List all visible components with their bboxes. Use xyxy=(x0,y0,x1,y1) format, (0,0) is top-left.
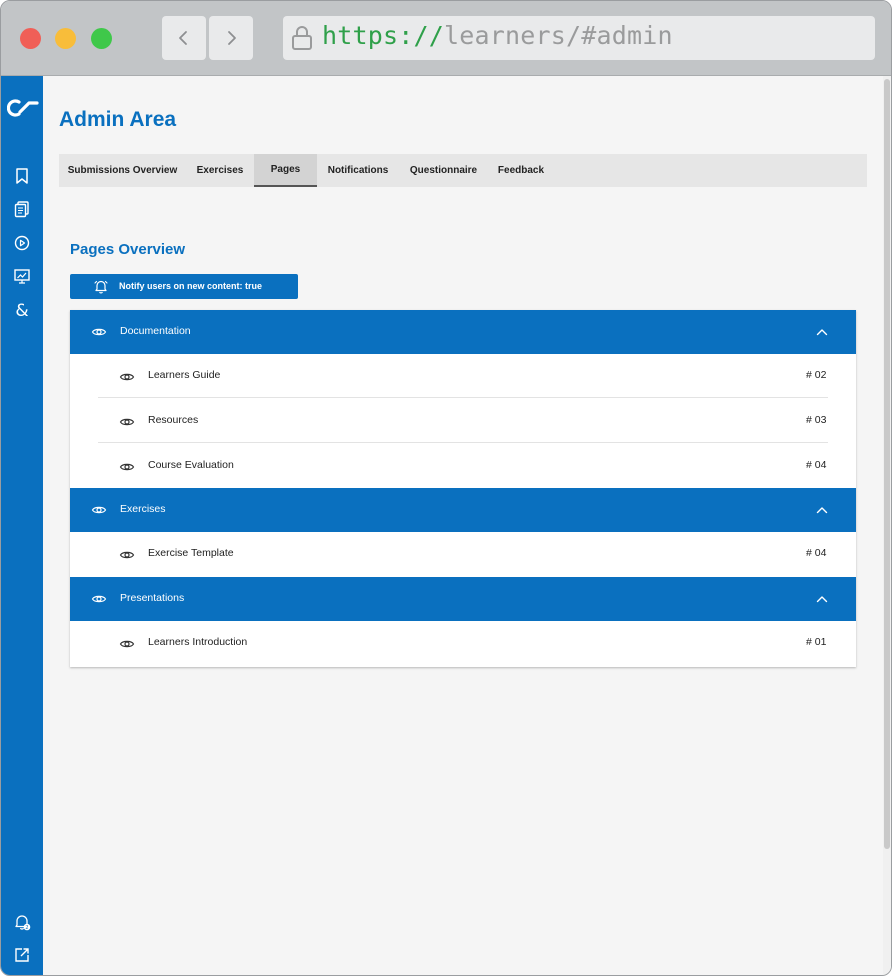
play-icon[interactable] xyxy=(13,234,31,252)
notify-users-button[interactable]: Notify users on new content: true xyxy=(70,274,298,299)
page-title: Admin Area xyxy=(59,108,177,131)
eye-icon[interactable] xyxy=(91,591,107,607)
bookmark-icon[interactable] xyxy=(13,167,31,185)
item-label: Learners Introduction xyxy=(148,636,248,648)
ampersand-icon[interactable]: & xyxy=(13,301,31,321)
browser-window: https://learners/#admin & 2 Admin Area S… xyxy=(0,0,892,976)
tab-pages[interactable]: Pages xyxy=(254,154,317,187)
list-item[interactable]: Exercise Template # 04 xyxy=(98,532,828,576)
chevron-up-icon[interactable] xyxy=(815,592,829,606)
item-label: Resources xyxy=(148,414,199,426)
item-number: # 02 xyxy=(806,369,827,381)
lock-icon xyxy=(292,26,312,50)
eye-icon[interactable] xyxy=(119,369,135,385)
chevron-right-icon xyxy=(228,31,236,45)
eye-icon[interactable] xyxy=(91,324,107,340)
group-label: Presentations xyxy=(120,592,185,604)
chevron-up-icon[interactable] xyxy=(815,325,829,339)
item-number: # 01 xyxy=(806,636,827,648)
url-scheme: https:// xyxy=(322,21,445,50)
list-item[interactable]: Resources # 03 xyxy=(98,399,828,443)
svg-text:2: 2 xyxy=(25,925,28,931)
chevron-left-icon xyxy=(179,31,187,45)
documents-icon[interactable] xyxy=(13,200,31,218)
eye-icon[interactable] xyxy=(119,547,135,563)
eye-icon[interactable] xyxy=(119,636,135,652)
pages-list: Documentation Learners Guide # 02 Resour… xyxy=(70,310,856,667)
eye-icon[interactable] xyxy=(119,414,135,430)
list-item[interactable]: Learners Guide # 02 xyxy=(98,354,828,398)
forward-button[interactable] xyxy=(209,16,253,60)
item-label: Learners Guide xyxy=(148,369,221,381)
address-bar-url[interactable]: https://learners/#admin xyxy=(322,21,673,50)
tab-notifications[interactable]: Notifications xyxy=(317,154,399,187)
tab-questionnaire[interactable]: Questionnaire xyxy=(399,154,488,187)
tab-submissions-overview[interactable]: Submissions Overview xyxy=(59,154,186,187)
group-header-presentations[interactable]: Presentations xyxy=(70,577,856,621)
notify-users-label: Notify users on new content: true xyxy=(119,281,263,291)
minimize-window-button[interactable] xyxy=(55,28,76,49)
item-number: # 04 xyxy=(806,459,827,471)
presentation-icon[interactable] xyxy=(13,267,31,285)
bell-icon xyxy=(94,280,108,294)
list-item[interactable]: Learners Introduction # 01 xyxy=(98,621,828,665)
group-label: Documentation xyxy=(120,325,191,337)
url-path: learners/#admin xyxy=(444,21,673,50)
chevron-up-icon[interactable] xyxy=(815,503,829,517)
close-window-button[interactable] xyxy=(20,28,41,49)
back-button[interactable] xyxy=(162,16,206,60)
scrollbar-thumb[interactable] xyxy=(884,79,890,849)
tab-feedback[interactable]: Feedback xyxy=(488,154,554,187)
item-label: Exercise Template xyxy=(148,547,234,559)
admin-tabs: Submissions Overview Exercises Pages Not… xyxy=(59,154,867,187)
eye-icon[interactable] xyxy=(119,459,135,475)
item-number: # 03 xyxy=(806,414,827,426)
browser-titlebar: https://learners/#admin xyxy=(1,1,891,76)
svg-text:&: & xyxy=(15,301,28,319)
item-label: Course Evaluation xyxy=(148,459,234,471)
group-header-documentation[interactable]: Documentation xyxy=(70,310,856,354)
group-header-exercises[interactable]: Exercises xyxy=(70,488,856,532)
notification-bell-icon[interactable]: 2 xyxy=(13,913,31,931)
external-link-icon[interactable] xyxy=(13,946,31,964)
tab-exercises[interactable]: Exercises xyxy=(186,154,254,187)
list-item[interactable]: Course Evaluation # 04 xyxy=(98,444,828,488)
logo-icon[interactable] xyxy=(6,98,39,117)
pages-overview-title: Pages Overview xyxy=(70,241,186,258)
eye-icon[interactable] xyxy=(91,502,107,518)
maximize-window-button[interactable] xyxy=(91,28,112,49)
item-number: # 04 xyxy=(806,547,827,559)
group-label: Exercises xyxy=(120,503,166,515)
sidebar-rail: & 2 xyxy=(1,76,43,975)
